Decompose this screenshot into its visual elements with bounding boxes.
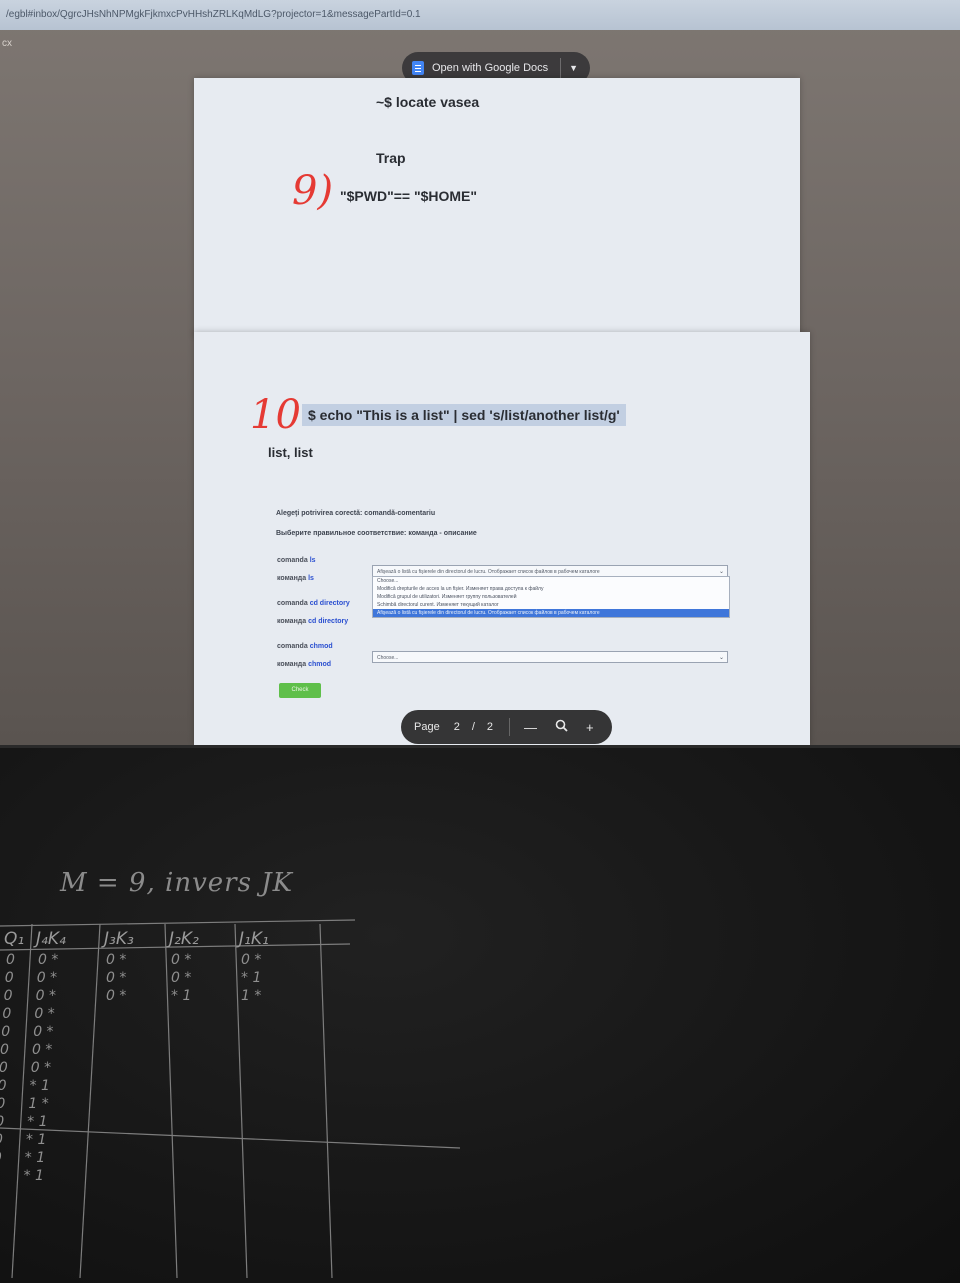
board-cell: 0 *	[241, 952, 261, 968]
board-header: J₁K₁	[236, 929, 269, 949]
board-cell: * 1	[25, 1150, 45, 1166]
row-cd-label-ro: comanda cd directory	[277, 600, 350, 607]
board-cell: 0 *	[106, 952, 126, 968]
trap-answer: Trap	[376, 150, 406, 166]
sed-command: $ echo "This is a list" | sed 's/list/an…	[302, 404, 626, 426]
chalkboard: M = 9, invers JK Q₁ J₄K₄ J₃K₃ J₂K₂ J₁K₁ 0 0 * 0…	[0, 745, 960, 1283]
row-ls-label-ro: comanda ls	[277, 557, 316, 564]
board-cell: 0 *	[32, 1042, 52, 1058]
board-title: M = 9, invers JK	[60, 868, 294, 898]
total-pages: 2	[486, 721, 494, 733]
board-cell: 0	[0, 1078, 7, 1094]
board-cell: 0	[6, 952, 15, 968]
projected-screen: /egbl#inbox/QgrcJHsNhNPMgkFjkmxcPvHHshZR…	[0, 0, 960, 745]
document-page-1: ~$ locate vasea Trap "$PWD"== "$HOME"	[194, 78, 800, 336]
chmod-answer-select[interactable]: Choose... ⌄	[372, 651, 728, 663]
open-with-google-docs-button[interactable]: Open with Google Docs	[432, 62, 548, 74]
page-separator: /	[471, 721, 475, 733]
current-page-input[interactable]: 2	[454, 721, 460, 733]
board-header: J₃K₃	[101, 929, 134, 949]
row-chmod-label-ro: comanda chmod	[277, 643, 333, 650]
pwd-home-expression: "$PWD"== "$HOME"	[340, 188, 478, 204]
board-header: J₄K₄	[33, 929, 66, 949]
board-cell: * 1	[241, 970, 261, 986]
board-cell: * 1	[30, 1078, 50, 1094]
side-label: cx	[2, 38, 12, 49]
board-cell: 0	[4, 988, 13, 1004]
row-ls-label-ru: команда ls	[277, 575, 314, 582]
browser-url-bar[interactable]: /egbl#inbox/QgrcJHsNhNPMgkFjkmxcPvHHshZR…	[0, 0, 960, 30]
sed-output: list, list	[268, 445, 313, 460]
check-button[interactable]: Check	[279, 683, 321, 698]
board-cell: 1 *	[28, 1096, 48, 1112]
chevron-down-icon: ⌄	[718, 655, 724, 661]
page-label: Page	[414, 721, 440, 733]
board-cell: 0 *	[106, 988, 126, 1004]
board-cell: 0 *	[171, 952, 191, 968]
locate-command: ~$ locate vasea	[376, 94, 480, 110]
board-cell: 0	[0, 1060, 8, 1076]
answer-dropdown-list[interactable]: Choose... Modifică drepturile de acces l…	[372, 576, 730, 618]
board-cell: * 1	[27, 1114, 47, 1130]
dropdown-option-selected[interactable]: Afişează o listă cu fişierele din direct…	[373, 609, 729, 617]
board-cell: * 1	[26, 1132, 46, 1148]
row-chmod-label-ru: команда chmod	[277, 661, 332, 668]
board-cell: 0 *	[171, 970, 191, 986]
google-docs-icon	[412, 61, 424, 75]
toolbar-divider	[509, 718, 511, 736]
chevron-down-icon[interactable]: ▼	[569, 63, 578, 73]
board-cell: 0	[1, 1024, 10, 1040]
board-cell: 0	[0, 1114, 4, 1130]
handwritten-mark-10: 10	[250, 392, 301, 438]
board-header: Q₁	[4, 929, 24, 949]
board-cell: * 1	[24, 1168, 44, 1184]
board-cell: 0	[0, 1150, 2, 1166]
quiz-title-ro: Alegeţi potrivirea corectă: comandă-come…	[276, 510, 436, 517]
board-cell: 0 *	[37, 970, 57, 986]
board-cell: 0 *	[34, 1006, 54, 1022]
handwritten-mark-9: 9)	[292, 168, 334, 214]
board-cell: 0	[2, 1006, 11, 1022]
board-cell: 0 *	[36, 988, 56, 1004]
board-header: J₂K₂	[166, 929, 199, 949]
quiz-title-ru: Выберите правильное соответствие: команд…	[276, 530, 477, 537]
dropdown-option[interactable]: Modifică drepturile de acces la un fişie…	[373, 585, 729, 593]
board-cell: 0 *	[38, 952, 58, 968]
board-cell: 0 *	[33, 1024, 53, 1040]
toolbar-divider	[560, 58, 562, 78]
board-cell: 0	[0, 1132, 3, 1148]
zoom-out-button[interactable]: —	[524, 720, 537, 735]
board-cell: 0	[5, 970, 14, 986]
row-cd-label-ru: команда cd directory	[277, 618, 349, 625]
page-navigation-bar: Page 2 / 2 — +	[401, 710, 612, 744]
magnifier-icon[interactable]	[555, 719, 568, 735]
board-cell: 0	[0, 1042, 9, 1058]
board-cell: * 1	[171, 988, 191, 1004]
board-cell: 0	[0, 1096, 5, 1112]
zoom-in-button[interactable]: +	[586, 720, 594, 735]
board-cell: 0 *	[31, 1060, 51, 1076]
board-cell: 1 *	[241, 988, 261, 1004]
dropdown-option[interactable]: Choose...	[373, 577, 729, 585]
board-cell: 0 *	[106, 970, 126, 986]
board-table: Q₁ J₄K₄ J₃K₃ J₂K₂ J₁K₁ 0 0 * 0 * 0 * 0 * 0 0 * 0 * 0 …	[0, 919, 461, 1279]
board-cell: 0	[0, 1168, 1, 1184]
dropdown-option[interactable]: Schimbă directorul curent. Изменяет теку…	[373, 601, 729, 609]
dropdown-option[interactable]: Modifică grupul de utilizatori. Изменяет…	[373, 593, 729, 601]
